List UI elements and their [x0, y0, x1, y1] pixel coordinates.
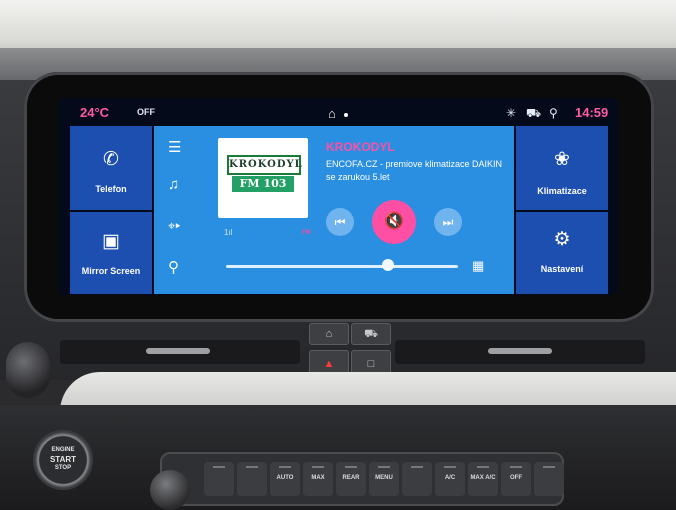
radio-antenna-icon[interactable]: ⌖▸ [168, 218, 180, 234]
mirror-screen-tile[interactable]: ▣ Mirror Screen [70, 212, 152, 294]
phone-tile[interactable]: ✆ Telefon [70, 126, 152, 210]
climate-control-panel: AUTO MAX REAR MENU A/C MAX A/C OFF [160, 452, 564, 506]
station-name: KROKODYL [326, 140, 395, 154]
climate-button[interactable]: MAX A/C [468, 462, 498, 496]
indicator-led [477, 466, 489, 468]
engine-label: ENGINE [51, 447, 75, 453]
settings-tile-label: Nastavení [540, 264, 584, 274]
temperature-readout[interactable]: 24°C [80, 105, 109, 120]
clock: 14:59 [575, 105, 609, 120]
climate-button[interactable]: A/C [435, 462, 465, 496]
menu-icon[interactable]: ☰ [168, 138, 181, 156]
page-indicator [344, 113, 348, 117]
radio-text: ENCOFA.CZ - premiove klimatizace DAIKIN … [326, 159, 503, 182]
mirror-screen-icon: ▣ [102, 231, 120, 252]
phone-icon: ✆ [103, 149, 119, 170]
climate-button[interactable] [237, 462, 267, 496]
climate-button[interactable]: MENU [369, 462, 399, 496]
indicator-led [312, 466, 324, 468]
climate-button-label: OFF [510, 475, 522, 481]
indicator-led [444, 466, 456, 468]
climate-button[interactable] [204, 462, 234, 496]
search-icon[interactable]: ⚲ [168, 258, 179, 276]
gear-icon: ⚙ [553, 229, 571, 250]
indicator-led [378, 466, 390, 468]
climate-tile[interactable]: ❀ Klimatizace [516, 126, 608, 210]
band-label: FM [302, 230, 311, 236]
location-icon: ⚲ [549, 106, 558, 120]
mute-button[interactable]: 🔇 [372, 200, 416, 244]
mute-icon: 🔇 [384, 213, 404, 230]
engine-start-stop-button[interactable]: ENGINE START STOP [33, 430, 93, 490]
indicator-led [246, 466, 258, 468]
indicator-led [543, 466, 555, 468]
left-vent-tab[interactable] [146, 348, 210, 354]
climate-button[interactable] [534, 462, 564, 496]
climate-button[interactable]: OFF [501, 462, 531, 496]
right-vent-tab[interactable] [488, 348, 552, 354]
climate-button[interactable]: AUTO [270, 462, 300, 496]
indicator-led [213, 466, 225, 468]
home-icon[interactable]: ⌂ [328, 106, 336, 121]
home-button[interactable]: ⌂ [309, 323, 349, 345]
climate-button-label: REAR [342, 475, 360, 481]
indicator-led [345, 466, 357, 468]
climate-button[interactable]: MAX [303, 462, 333, 496]
library-icon[interactable]: ▦ [472, 258, 484, 274]
climate-button-label: MENU [375, 475, 393, 481]
hazard-icon: ▲ [323, 358, 335, 370]
phone-tile-label: Telefon [95, 184, 127, 194]
indicator-led [411, 466, 423, 468]
next-icon: ⏭ [442, 215, 454, 229]
climate-state[interactable]: OFF [137, 107, 155, 117]
climate-tile-label: Klimatizace [537, 186, 587, 196]
previous-icon: ⏮ [334, 215, 346, 229]
infotainment-screen: 24°C OFF ⌂ ✳ ⛟ ⚲ 14:59 ✆ Telefon ▣ Mirro… [58, 98, 618, 295]
status-bar: 24°C OFF ⌂ ✳ ⛟ ⚲ 14:59 [58, 98, 618, 126]
temperature-knob[interactable] [150, 470, 190, 510]
volume-slider-track[interactable] [226, 265, 458, 268]
album-art-frequency: FM 103 [232, 176, 294, 192]
previous-button[interactable]: ⏮ [326, 208, 354, 236]
car-icon: ⛟ [364, 328, 378, 340]
volume-knob[interactable] [6, 342, 50, 398]
lock-icon: □ [367, 358, 375, 370]
car-button[interactable]: ⛟ [351, 323, 391, 345]
climate-button-label: MAX [311, 475, 325, 481]
radio-media-panel: ☰ ♫ ⌖▸ ⚲ KROKODYL FM 103 1ıl FM KROKODYL… [154, 126, 514, 294]
climate-button-label: MAX A/C [470, 475, 496, 481]
settings-tile[interactable]: ⚙ Nastavení [516, 212, 608, 294]
indicator-led [279, 466, 291, 468]
climate-button[interactable] [402, 462, 432, 496]
mirror-screen-label: Mirror Screen [81, 266, 141, 276]
signal-strength: 1ıl [224, 228, 233, 237]
home-icon: ⌂ [325, 328, 333, 340]
album-art-brand: KROKODYL [227, 155, 302, 175]
climate-button-label: AUTO [276, 475, 294, 481]
fan-icon: ❀ [554, 149, 570, 170]
bluetooth-icon: ✳ [506, 106, 517, 120]
indicator-led [510, 466, 522, 468]
climate-button-label: A/C [444, 475, 456, 481]
stop-label: STOP [54, 465, 72, 471]
music-source-icon[interactable]: ♫ [168, 176, 179, 193]
climate-button[interactable]: REAR [336, 462, 366, 496]
car-icon: ⛟ [526, 106, 542, 120]
next-button[interactable]: ⏭ [434, 208, 462, 236]
volume-slider-thumb[interactable] [382, 259, 395, 271]
start-label: START [49, 455, 77, 464]
album-art: KROKODYL FM 103 [218, 138, 308, 218]
